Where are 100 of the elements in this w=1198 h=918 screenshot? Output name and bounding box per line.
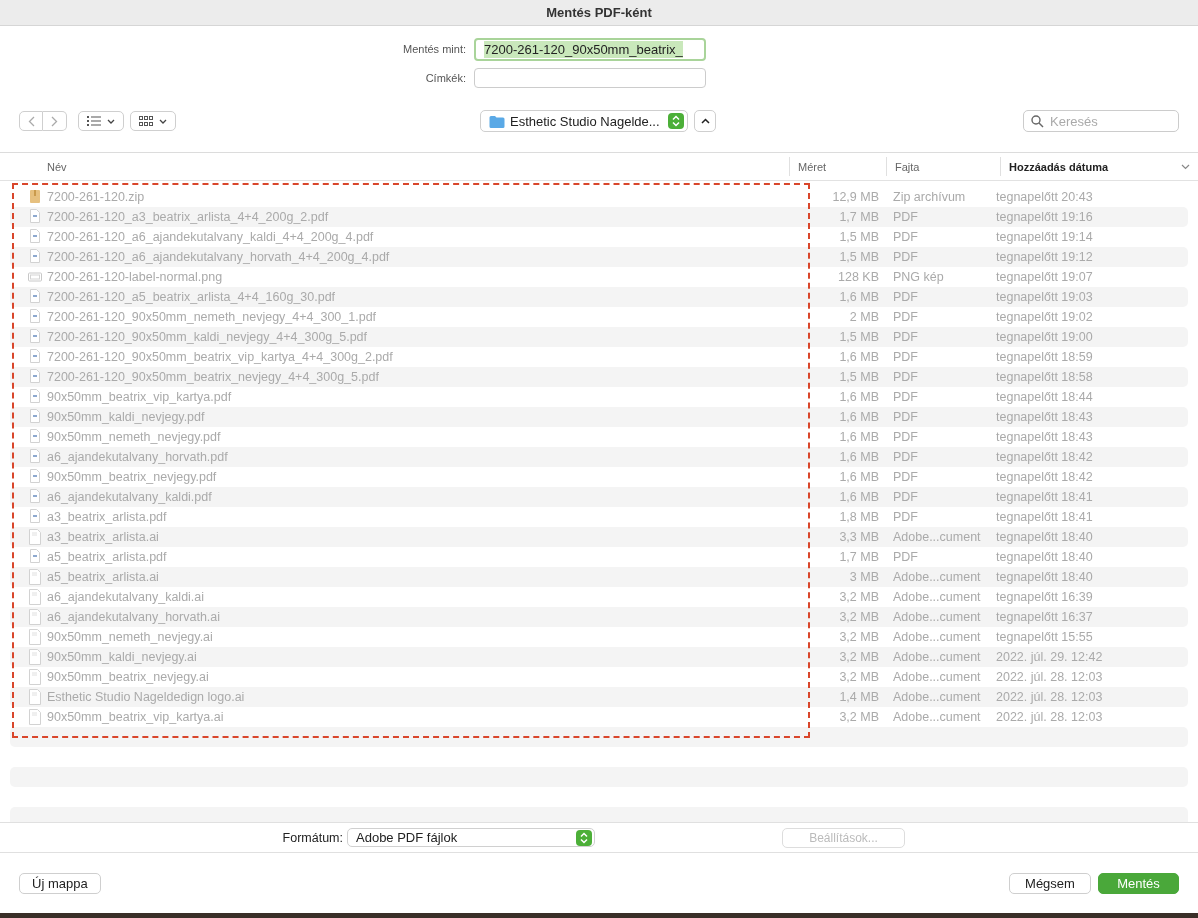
file-kind: PDF xyxy=(893,370,918,384)
column-header[interactable]: Fajta xyxy=(886,157,1000,176)
location-popup[interactable]: Esthetic Studio Nagelde... xyxy=(480,110,688,132)
file-name[interactable]: 90x50mm_nemeth_nevjegy.ai xyxy=(47,630,213,644)
document-icon xyxy=(28,429,42,445)
date-added: tegnapelőtt 18:40 xyxy=(996,570,1093,584)
file-name[interactable]: a6_ajandekutalvany_kaldi.ai xyxy=(47,590,205,604)
document-icon xyxy=(28,389,42,405)
file-kind: PDF xyxy=(893,310,918,324)
file-size: 3,2 MB xyxy=(839,610,879,624)
file-name[interactable]: a6_ajandekutalvany_horvath.ai xyxy=(47,610,221,624)
document-icon xyxy=(28,549,42,565)
icon-view-button[interactable] xyxy=(130,111,176,131)
date-added: tegnapelőtt 19:07 xyxy=(996,270,1093,284)
file-name[interactable]: a6_ajandekutalvany_kaldi.pdf xyxy=(47,490,212,504)
file-name[interactable]: 7200-261-120_90x50mm_kaldi_nevjegy_4+4_300g_5.pdf xyxy=(47,330,368,344)
file-name[interactable]: a3_beatrix_arlista.ai xyxy=(47,530,159,544)
file-size: 3 MB xyxy=(849,570,879,584)
tags-label: Címkék: xyxy=(424,72,467,84)
file-name[interactable]: a3_beatrix_arlista.pdf xyxy=(47,510,167,524)
document-icon xyxy=(28,509,42,525)
dialog-button[interactable]: Mégsem xyxy=(1009,872,1091,894)
file-name[interactable]: 7200-261-120-label-normal.png xyxy=(47,270,223,284)
date-added: 2022. júl. 28. 12:03 xyxy=(996,690,1103,704)
file-name[interactable]: a5_beatrix_arlista.pdf xyxy=(47,550,167,564)
list-icon xyxy=(87,116,101,126)
date-added: tegnapelőtt 18:58 xyxy=(996,370,1093,384)
file-name[interactable]: 90x50mm_nemeth_nevjegy.pdf xyxy=(47,430,221,444)
file-name[interactable]: 7200-261-120_a6_ajandekutalvany_horvath_4+4_200g_4.pdf xyxy=(47,250,390,264)
file-name[interactable]: a6_ajandekutalvany_horvath.pdf xyxy=(47,450,228,464)
date-added: tegnapelőtt 16:37 xyxy=(996,610,1093,624)
file-kind: PDF xyxy=(893,490,918,504)
file-name[interactable]: 7200-261-120_a5_beatrix_arlista_4+4_160g_30.pdf xyxy=(47,290,336,304)
file-name[interactable]: Esthetic Studio Nageldedign logo.ai xyxy=(47,690,245,704)
document-icon xyxy=(28,709,42,725)
date-added: tegnapelőtt 18:42 xyxy=(996,470,1093,484)
tags-field[interactable] xyxy=(474,68,706,88)
search-icon xyxy=(1031,115,1044,128)
file-size: 1,6 MB xyxy=(839,390,879,404)
file-kind: PDF xyxy=(893,550,918,564)
stepper-icon xyxy=(668,113,684,129)
date-added: 2022. júl. 28. 12:03 xyxy=(996,670,1103,684)
file-kind: PDF xyxy=(893,450,918,464)
file-name[interactable]: 90x50mm_kaldi_nevjegy.pdf xyxy=(47,410,205,424)
list-view-button[interactable] xyxy=(78,111,124,131)
date-added: tegnapelőtt 18:42 xyxy=(996,450,1093,464)
file-name[interactable]: 7200-261-120_a6_ajandekutalvany_kaldi_4+4_200g_4.pdf xyxy=(47,230,374,244)
up-button[interactable] xyxy=(694,110,716,132)
save-as-field[interactable]: 7200-261-120_90x50mm_beatrix_ xyxy=(474,37,706,61)
file-size: 3,2 MB xyxy=(839,710,879,724)
date-added: 2022. júl. 29. 12:42 xyxy=(996,650,1103,664)
dialog-button[interactable]: Mentés xyxy=(1098,872,1179,894)
column-header[interactable]: Hozzáadás dátuma xyxy=(1000,157,1198,176)
file-name[interactable]: 7200-261-120_90x50mm_nemeth_nevjegy_4+4_300_1.pdf xyxy=(47,310,377,324)
chevron-left-icon xyxy=(27,115,35,127)
date-added: tegnapelőtt 18:44 xyxy=(996,390,1093,404)
file-kind: PDF xyxy=(893,290,918,304)
dialog-button[interactable]: Új mappa xyxy=(19,872,101,894)
document-icon xyxy=(28,349,42,365)
window-title: Mentés PDF-ként xyxy=(546,5,652,20)
file-kind: Adobe...cument xyxy=(893,530,981,544)
file-size: 2 MB xyxy=(849,310,879,324)
file-kind: PDF xyxy=(893,230,918,244)
file-name[interactable]: 7200-261-120_90x50mm_beatrix_nevjegy_4+4_300g_5.pdf xyxy=(47,370,379,384)
file-name[interactable]: 90x50mm_kaldi_nevjegy.ai xyxy=(47,650,197,664)
document-icon xyxy=(28,229,42,245)
file-size: 3,3 MB xyxy=(839,530,879,544)
file-name[interactable]: 7200-261-120.zip xyxy=(47,190,145,204)
file-name[interactable]: 7200-261-120_90x50mm_beatrix_vip_kartya_4+4_300g_2.pdf xyxy=(47,350,393,364)
file-size: 1,5 MB xyxy=(839,230,879,244)
file-name[interactable]: a5_beatrix_arlista.ai xyxy=(47,570,159,584)
file-size: 3,2 MB xyxy=(839,650,879,664)
date-added: 2022. júl. 28. 12:03 xyxy=(996,710,1103,724)
file-name[interactable]: 7200-261-120_a3_beatrix_arlista_4+4_200g_2.pdf xyxy=(47,210,329,224)
back-button[interactable] xyxy=(19,111,43,131)
file-size: 1,5 MB xyxy=(839,250,879,264)
file-name[interactable]: 90x50mm_beatrix_nevjegy.ai xyxy=(47,670,209,684)
date-added: tegnapelőtt 18:41 xyxy=(996,510,1093,524)
search-field[interactable]: Keresés xyxy=(1023,110,1179,132)
forward-button[interactable] xyxy=(43,111,67,131)
file-name[interactable]: 90x50mm_beatrix_vip_kartya.ai xyxy=(47,710,224,724)
save-as-label: Mentés mint: xyxy=(402,43,467,55)
file-kind: PDF xyxy=(893,210,918,224)
file-size: 1,6 MB xyxy=(839,470,879,484)
date-added: tegnapelőtt 20:43 xyxy=(996,190,1093,204)
file-name[interactable]: 90x50mm_beatrix_nevjegy.pdf xyxy=(47,470,217,484)
document-icon xyxy=(28,629,42,645)
document-icon xyxy=(28,669,42,685)
document-icon xyxy=(28,469,42,485)
file-size: 1,7 MB xyxy=(839,210,879,224)
file-kind: Adobe...cument xyxy=(893,630,981,644)
date-added: tegnapelőtt 18:43 xyxy=(996,430,1093,444)
format-popup[interactable]: Adobe PDF fájlok xyxy=(347,828,595,847)
date-added: tegnapelőtt 19:16 xyxy=(996,210,1093,224)
column-header[interactable]: Méret xyxy=(789,157,886,176)
file-kind: PDF xyxy=(893,410,918,424)
file-name[interactable]: 90x50mm_beatrix_vip_kartya.pdf xyxy=(47,390,232,404)
date-added: tegnapelőtt 18:41 xyxy=(996,490,1093,504)
file-size: 1,6 MB xyxy=(839,350,879,364)
column-header[interactable]: Név xyxy=(0,157,789,176)
